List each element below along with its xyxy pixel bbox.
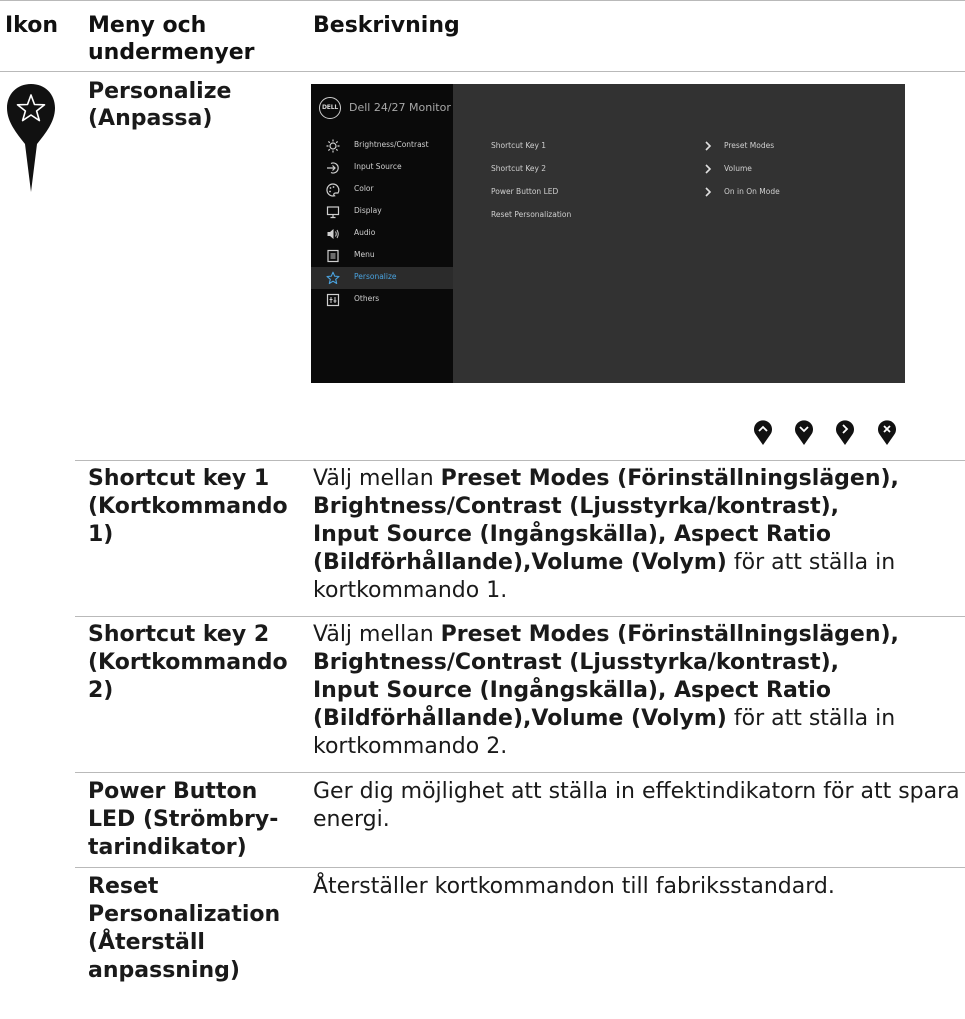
osd-row-power-button-led[interactable]: Power Button LED bbox=[491, 187, 558, 196]
osd-menu-label: Color bbox=[354, 184, 374, 193]
osd-menu-menu[interactable]: Menu bbox=[311, 245, 453, 267]
osd-menu-brightness[interactable]: Brightness/Contrast bbox=[311, 135, 453, 157]
sun-icon bbox=[326, 139, 340, 153]
osd-value-shortcut-key-2: Volume bbox=[724, 164, 752, 173]
item-name-shortcut-key-1: Shortcut key 1 (Kortkommando 1) bbox=[88, 465, 298, 549]
osd-menu-personalize[interactable]: Personalize bbox=[311, 267, 453, 289]
item-name-line: (Återställ bbox=[88, 930, 205, 955]
desc-bold: Brightness/Contrast (Ljusstyrka/kontrast… bbox=[313, 494, 840, 519]
osd-row-shortcut-key-2[interactable]: Shortcut Key 2 bbox=[491, 164, 546, 173]
input-arrow-icon bbox=[327, 162, 339, 174]
row-rule bbox=[75, 616, 965, 617]
desc-bold: (Bildförhållande),Volume (Volym) bbox=[313, 706, 727, 731]
osd-menu-label: Input Source bbox=[354, 162, 402, 171]
osd-row-reset-personalization[interactable]: Reset Personalization bbox=[491, 210, 571, 219]
osd-row-shortcut-key-1[interactable]: Shortcut Key 1 bbox=[491, 141, 546, 150]
osd-menu-label: Brightness/Contrast bbox=[354, 140, 429, 149]
item-desc-power-button-led: Ger dig möjlighet att ställa in effektin… bbox=[313, 778, 963, 834]
row-rule bbox=[75, 772, 965, 773]
chevron-right-icon bbox=[705, 187, 712, 197]
osd-value-power-button-led: On in On Mode bbox=[724, 187, 780, 196]
header-menu-line2: undermenyer bbox=[88, 40, 255, 65]
desc-bold: Preset Modes (Förinställningslägen), bbox=[440, 466, 899, 491]
item-name-line: (Kortkommando bbox=[88, 494, 288, 519]
item-name-line: 1) bbox=[88, 522, 114, 547]
chevron-right-icon bbox=[705, 164, 712, 174]
section-title-line2: (Anpassa) bbox=[88, 106, 213, 131]
right-button-icon bbox=[836, 420, 854, 445]
osd-menu-display[interactable]: Display bbox=[311, 201, 453, 223]
row-rule bbox=[75, 460, 965, 461]
desc-bold: Brightness/Contrast (Ljusstyrka/kontrast… bbox=[313, 650, 840, 675]
osd-menu-label: Menu bbox=[354, 250, 375, 259]
desc-text: kortkommando 2. bbox=[313, 734, 508, 759]
desc-bold: Input Source (Ingångskälla), Aspect Rati… bbox=[313, 522, 831, 547]
section-title: Personalize (Anpassa) bbox=[88, 78, 288, 132]
item-desc-shortcut-key-1: Välj mellan Preset Modes (Förinställning… bbox=[313, 465, 963, 605]
item-name-line: (Kortkommando bbox=[88, 650, 288, 675]
header-menu-line1: Meny och bbox=[88, 13, 207, 38]
up-button-icon bbox=[754, 420, 772, 445]
osd-menu-label: Personalize bbox=[354, 272, 397, 281]
osd-menu-label: Others bbox=[354, 294, 380, 303]
item-name-power-button-led: Power Button LED (Strömbry- tarindikator… bbox=[88, 778, 298, 862]
desc-text: kortkommando 1. bbox=[313, 578, 508, 603]
item-name-line: anpassning) bbox=[88, 958, 240, 983]
chevron-right-icon bbox=[705, 141, 712, 151]
header-icon-col: Ikon bbox=[5, 13, 59, 38]
desc-text: Välj mellan bbox=[313, 622, 441, 647]
desc-text: Återställer kortkommandon till fabriksst… bbox=[313, 874, 835, 899]
desc-text: Välj mellan bbox=[313, 466, 441, 491]
down-button-icon bbox=[795, 420, 813, 445]
speaker-icon bbox=[327, 229, 339, 239]
desc-text: för att ställa in bbox=[726, 706, 896, 731]
item-name-line: Shortcut key 2 bbox=[88, 622, 270, 647]
monitor-icon bbox=[326, 206, 340, 219]
item-name-line: Power Button bbox=[88, 779, 258, 804]
dell-logo: DELL bbox=[319, 97, 341, 119]
item-desc-reset-personalization: Återställer kortkommandon till fabriksst… bbox=[313, 873, 963, 901]
osd-content bbox=[453, 84, 905, 383]
header-desc-col: Beskrivning bbox=[313, 13, 460, 38]
header-menu-col: Meny och undermenyer bbox=[88, 12, 254, 66]
close-button-icon bbox=[878, 420, 896, 445]
header-rule bbox=[0, 71, 965, 72]
desc-bold: Preset Modes (Förinställningslägen), bbox=[440, 622, 899, 647]
desc-bold: Input Source (Ingångskälla), Aspect Rati… bbox=[313, 678, 831, 703]
osd-value-shortcut-key-1: Preset Modes bbox=[724, 141, 775, 150]
desc-text: Ger dig möjlighet att ställa in effektin… bbox=[313, 779, 960, 804]
osd-screenshot: DELL Dell 24/27 Monitor Brightness/Contr… bbox=[311, 84, 905, 383]
osd-menu-input-source[interactable]: Input Source bbox=[311, 157, 453, 179]
item-name-shortcut-key-2: Shortcut key 2 (Kortkommando 2) bbox=[88, 621, 298, 705]
desc-bold: (Bildförhållande),Volume (Volym) bbox=[313, 550, 727, 575]
palette-icon bbox=[326, 183, 340, 197]
row-rule bbox=[75, 867, 965, 868]
section-title-line1: Personalize bbox=[88, 79, 232, 104]
osd-menu-others[interactable]: Others bbox=[311, 289, 453, 311]
item-name-line: Reset bbox=[88, 874, 159, 899]
menu-list-icon bbox=[327, 249, 339, 263]
others-icon bbox=[326, 293, 340, 307]
item-name-reset-personalization: Reset Personalization (Återställ anpassn… bbox=[88, 873, 298, 985]
item-name-line: 2) bbox=[88, 678, 114, 703]
desc-text: energi. bbox=[313, 807, 390, 832]
item-desc-shortcut-key-2: Välj mellan Preset Modes (Förinställning… bbox=[313, 621, 963, 761]
star-icon bbox=[7, 84, 55, 192]
top-rule bbox=[0, 0, 965, 1]
osd-menu-audio[interactable]: Audio bbox=[311, 223, 453, 245]
star-icon bbox=[326, 271, 340, 285]
item-name-line: Personalization bbox=[88, 902, 281, 927]
item-name-line: LED (Strömbry- bbox=[88, 807, 279, 832]
item-name-line: Shortcut key 1 bbox=[88, 466, 270, 491]
osd-model-name: Dell 24/27 Monitor bbox=[349, 101, 451, 114]
item-name-line: tarindikator) bbox=[88, 835, 247, 860]
osd-menu-label: Display bbox=[354, 206, 382, 215]
osd-menu-label: Audio bbox=[354, 228, 376, 237]
osd-menu-color[interactable]: Color bbox=[311, 179, 453, 201]
desc-text: för att ställa in bbox=[726, 550, 896, 575]
